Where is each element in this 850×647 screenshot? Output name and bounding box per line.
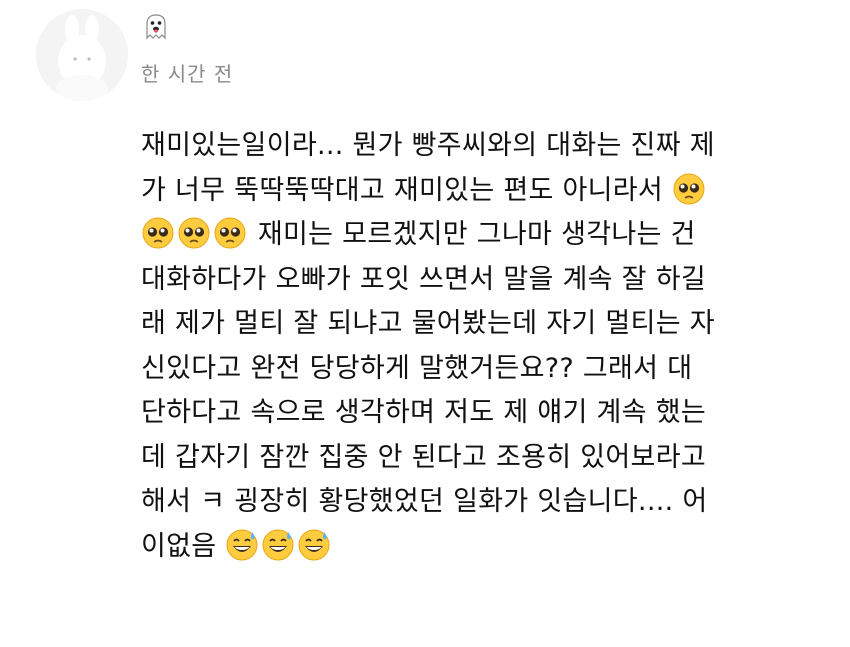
grinning-sweat-face-icon [262, 529, 294, 560]
comment-line-9: 해서 ㅋ 굉장히 황당했었던 일화가 잇습니다.... 어 [141, 486, 708, 517]
grinning-sweat-face-icon [298, 529, 330, 560]
comment-line-7: 단하다고 속으로 생각하며 저도 제 얘기 계속 했는 [141, 397, 706, 428]
pleading-face-icon [214, 217, 246, 249]
comment-line-10: 이없음 [141, 525, 831, 570]
comment-body: 재미있는일이라... 뭔가 빵주씨와의 대화는 진짜 제 가 너무 뚝딱뚝딱대고… [141, 124, 831, 569]
ghost-tongue-emoji-icon [141, 12, 171, 42]
grinning-sweat-face-icon [226, 529, 258, 560]
comment-line-6: 신있다고 완전 당당하게 말했거든요?? 그래서 대 [141, 352, 693, 384]
comment-timestamp: 한 시간 전 [141, 62, 234, 86]
bunny-plush-avatar-icon [36, 9, 128, 101]
comment-line-4: 대화하다가 오빠가 포잇 쓰면서 말을 계속 잘 하길 [141, 263, 706, 295]
comment-line-5: 래 제가 멀티 잘 되냐고 물어봤는데 자기 멀티는 자 [141, 308, 715, 339]
comment-line-8: 데 갑자기 잠깐 집중 안 된다고 조용히 있어보라고 [141, 441, 706, 473]
pleading-face-icon [178, 217, 210, 249]
comment-line-1: 재미있는일이라... 뭔가 빵주씨와의 대화는 진짜 제 [141, 130, 715, 161]
avatar[interactable] [36, 9, 128, 101]
pleading-face-icon [142, 217, 174, 249]
comment-line-2: 가 너무 뚝딱뚝딱대고 재미있는 편도 아니라서 [141, 169, 831, 214]
pleading-face-icon [673, 173, 705, 204]
comment-line-3: 재미는 모르겠지만 그나마 생각나는 건 [141, 213, 831, 258]
